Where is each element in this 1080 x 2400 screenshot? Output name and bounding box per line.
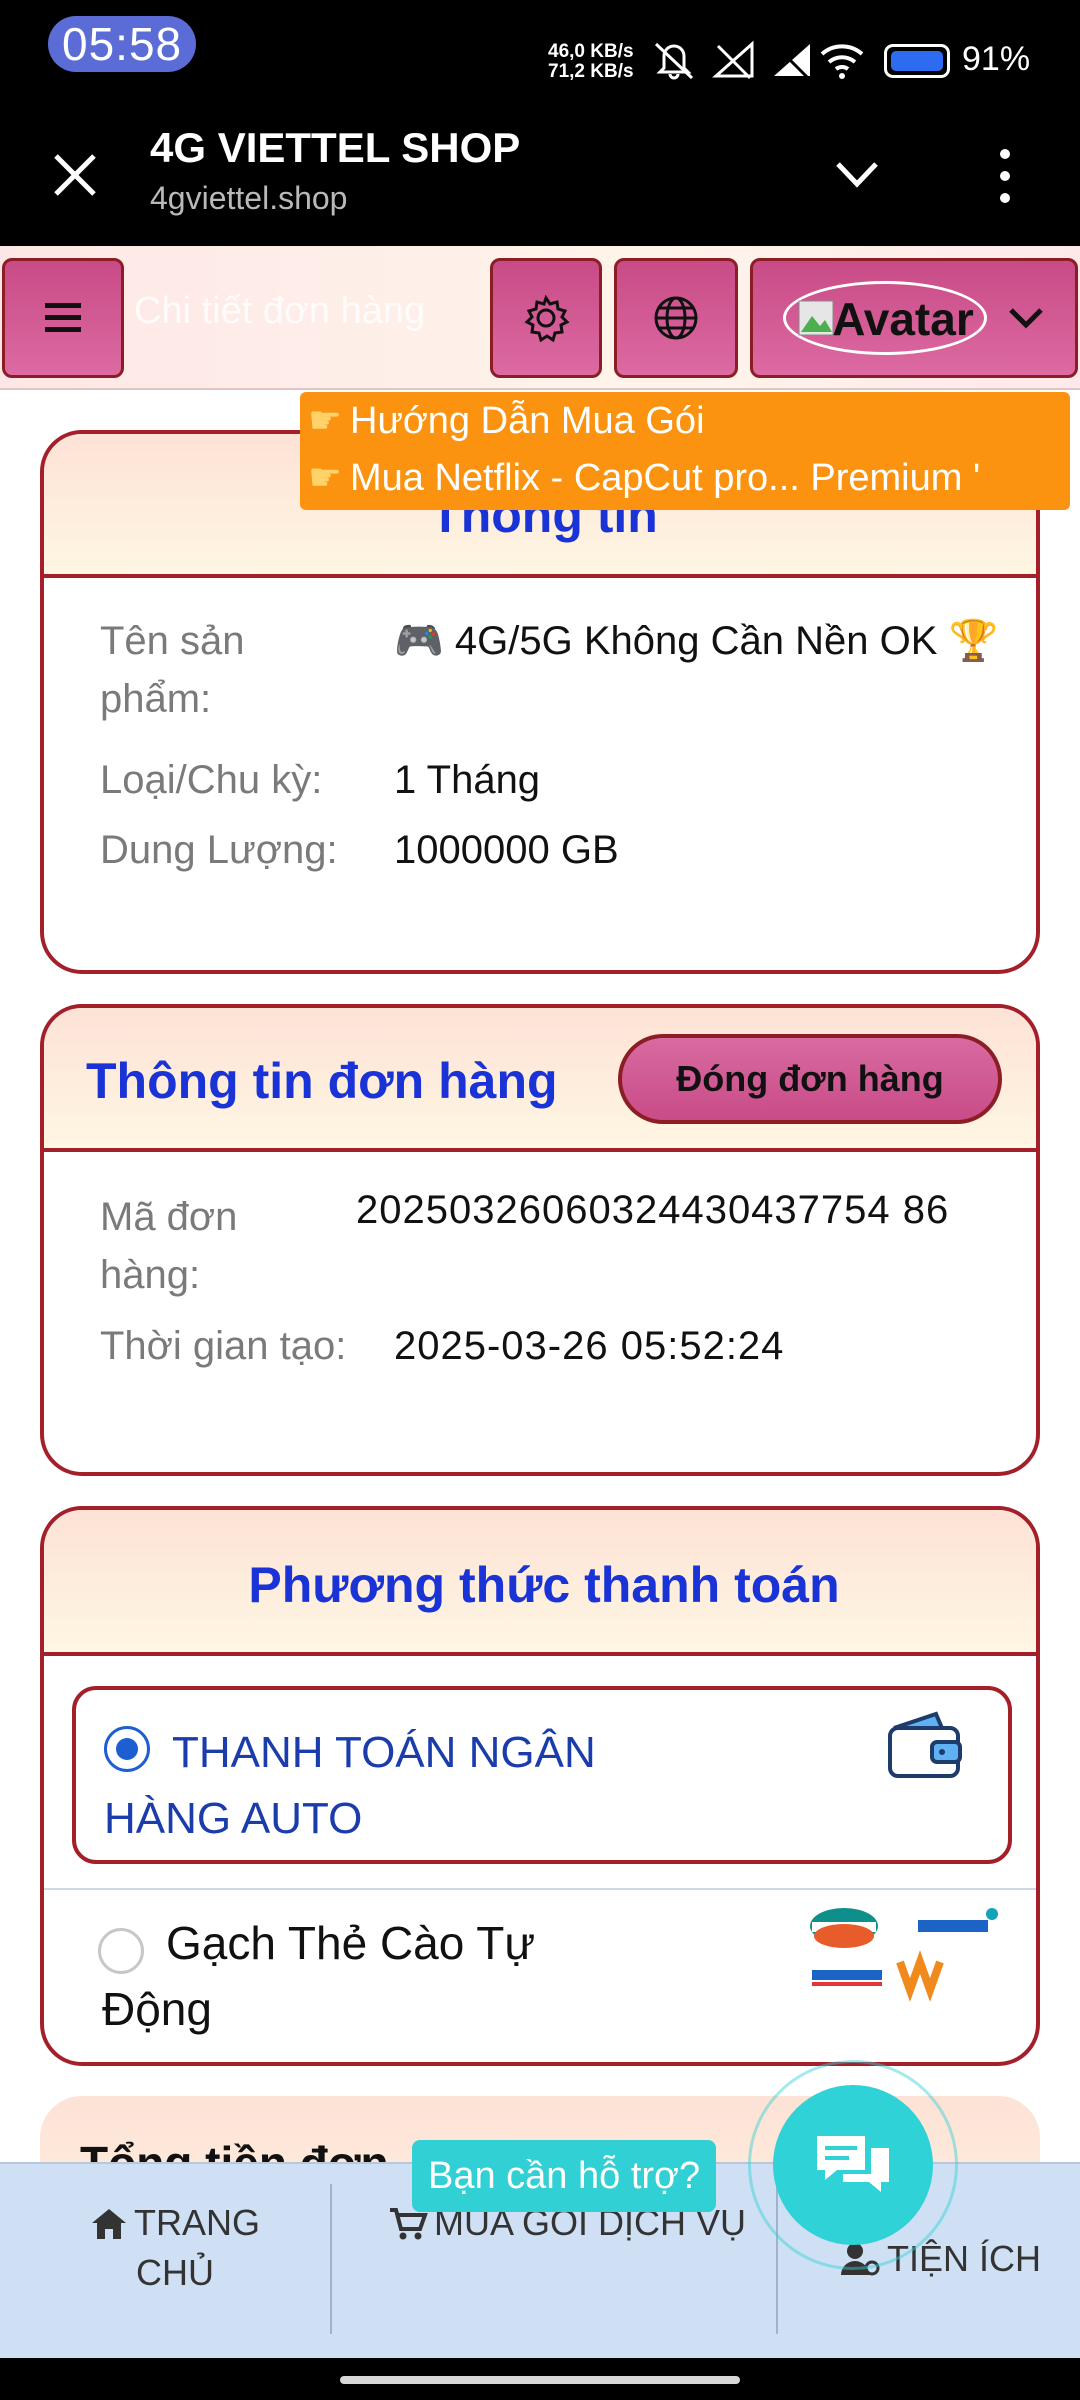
close-icon[interactable] [48,148,102,202]
wallet-icon [888,1711,962,1778]
battery-percent: 91% [962,40,1031,78]
product-type-label: Loại/Chu kỳ: [100,758,323,802]
signal-off-icon [712,40,754,80]
card-title: Thông tin đơn hàng [86,1053,558,1109]
payment-method-card: Phương thức thanh toán THANH TOÁN NGÂN H… [40,1506,1040,2066]
status-bar: 05:58 46,0 KB/s 71,2 KB/s 91% [0,0,1080,110]
close-order-button[interactable]: Đóng đơn hàng [618,1034,1002,1124]
product-capacity-value: 1000000 GB [394,828,619,872]
product-type-value: 1 Tháng [394,758,541,802]
language-button[interactable] [614,258,738,378]
chevron-down-icon[interactable] [832,156,882,192]
card-header: Phương thức thanh toán [44,1510,1036,1656]
network-speed: 46,0 KB/s 71,2 KB/s [548,41,634,82]
notice-item[interactable]: ☛ Mua Netflix - CapCut pro... Premium ' [300,455,980,500]
order-code-value: 20250326060324430437754 86 [356,1188,950,1232]
chevron-down-icon [1008,308,1043,329]
browser-page-title: 4G VIETTEL SHOP [150,124,521,171]
avatar-image-icon [798,300,834,336]
browser-url[interactable]: 4gviettel.shop [150,180,347,217]
browser-toolbar: 4G VIETTEL SHOP 4gviettel.shop [0,110,1080,246]
avatar: Avatar [783,281,987,355]
pointing-hand-icon: ☛ [307,457,343,499]
order-created-label: Thời gian tạo: [100,1324,347,1368]
settings-button[interactable] [490,258,602,378]
product-name-value: 🎮 4G/5G Không Cần Nền OK 🏆 [394,619,999,663]
nav-home[interactable]: TRANG CHỦ [60,2198,290,2298]
cart-icon [389,2208,428,2240]
hamburger-icon [45,303,81,332]
pointing-hand-icon: ☛ [307,400,343,442]
order-info-card: Thông tin đơn hàng Đóng đơn hàng Mã đơn … [40,1004,1040,1476]
avatar-dropdown[interactable]: Avatar [750,258,1078,378]
app-header: Chi tiết đơn hàng Avatar [0,246,1080,390]
product-name-label: Tên sản phẩm: [100,619,245,721]
card-title: Phương thức thanh toán [248,1557,840,1613]
telco-logos-icon [810,1908,998,2002]
payment-option-label: THANH TOÁN NGÂN HÀNG AUTO [104,1728,596,1843]
chat-support-button[interactable] [748,2060,958,2270]
product-capacity-label: Dung Lượng: [100,828,338,872]
nav-divider [330,2184,332,2334]
product-info-card: Thông tin Tên sản phẩm: 🎮 4G/5G Không Cầ… [40,430,1040,974]
gesture-bar [0,2358,1080,2400]
payment-option-label: Gạch Thẻ Cào Tự Động [102,1917,536,2035]
order-code-label: Mã đơn hàng: [100,1195,238,1297]
card-header: Thông tin đơn hàng Đóng đơn hàng [44,1008,1036,1152]
menu-button[interactable] [2,258,124,378]
notice-banner[interactable]: ☛ Hướng Dẫn Mua Gói ☛ Mua Netflix - CapCut… [300,392,1070,510]
signal-off-icon [774,44,810,80]
wifi-icon [820,44,864,79]
payment-option-bank[interactable]: THANH TOÁN NGÂN HÀNG AUTO [72,1686,1012,1864]
chat-icon [817,2136,889,2192]
support-prompt[interactable]: Bạn cần hỗ trợ? [412,2140,717,2212]
page-title: Chi tiết đơn hàng [134,290,426,332]
payment-option-card[interactable]: Gạch Thẻ Cào Tự Động [44,1888,1036,2062]
home-icon [92,2209,126,2239]
order-created-value: 2025-03-26 05:52:24 [394,1324,785,1368]
mute-icon [654,42,694,80]
avatar-label: Avatar [832,293,974,345]
status-time: 05:58 [48,16,197,72]
more-menu-icon[interactable] [990,146,1020,206]
globe-icon [654,296,698,340]
notice-item[interactable]: ☛ Hướng Dẫn Mua Gói [300,398,705,443]
gear-icon [524,294,570,342]
battery-icon [884,44,950,78]
